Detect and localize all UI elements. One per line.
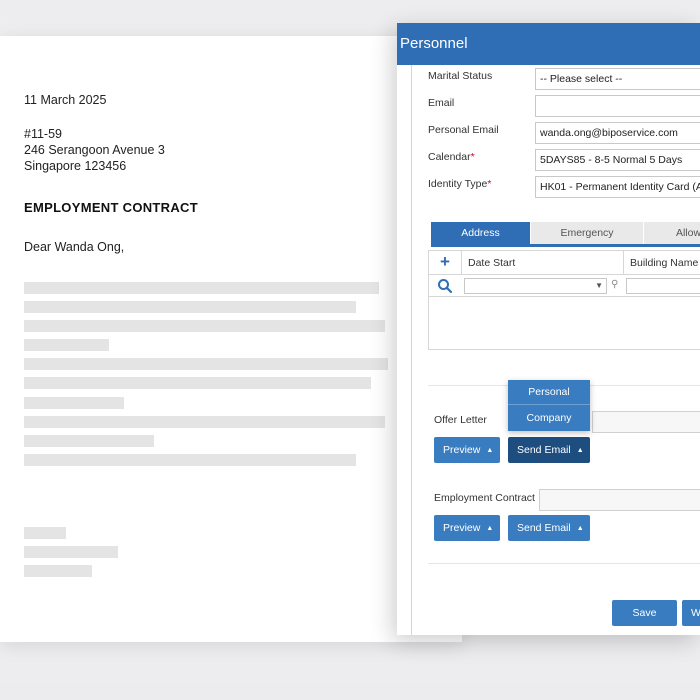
placeholder-text-line xyxy=(24,546,118,558)
divider xyxy=(428,563,700,564)
field-calendar: Calendar* 5DAYS85 - 8-5 Normal 5 Days xyxy=(428,149,700,171)
personnel-window: Personnel Marital Status -- Please selec… xyxy=(397,23,700,635)
placeholder-text-line xyxy=(24,416,385,428)
column-header-date-start[interactable]: Date Start xyxy=(461,251,623,275)
letter-date: 11 March 2025 xyxy=(24,93,107,107)
address-line: #11-59 xyxy=(24,127,62,141)
building-name-filter[interactable] xyxy=(626,278,700,294)
letter-address: #11-59 246 Serangoon Avenue 3 Singapore … xyxy=(24,126,165,174)
menu-item-personal[interactable]: Personal xyxy=(508,380,590,405)
chevron-up-icon: ▲ xyxy=(486,525,494,532)
email-field[interactable] xyxy=(535,95,700,117)
save-button[interactable]: Save xyxy=(612,600,677,626)
offer-letter-send-email-button[interactable]: Send Email ▲ xyxy=(508,437,590,463)
address-grid: + Date Start Building Name ▼ ⚲ xyxy=(428,250,700,350)
placeholder-text-line xyxy=(24,320,385,332)
add-row-icon[interactable]: + xyxy=(429,251,461,275)
chevron-down-icon: ▼ xyxy=(595,281,603,290)
tab-emergency[interactable]: Emergency xyxy=(531,222,644,244)
letter-greeting: Dear Wanda Ong, xyxy=(24,240,125,254)
employment-contract-label: Employment Contract xyxy=(434,492,535,504)
required-mark: * xyxy=(470,151,475,163)
identity-type-select[interactable]: HK01 - Permanent Identity Card (Ad xyxy=(535,176,700,198)
detail-tabs: Address Emergency Allow xyxy=(431,222,700,247)
secondary-footer-button[interactable]: W xyxy=(682,600,700,626)
placeholder-text-line xyxy=(24,377,371,389)
placeholder-text-line xyxy=(24,339,109,351)
personal-email-field[interactable]: wanda.ong@biposervice.com xyxy=(535,122,700,144)
search-icon[interactable] xyxy=(437,278,453,294)
placeholder-text-line xyxy=(24,282,379,294)
offer-letter-field[interactable] xyxy=(592,411,700,433)
filter-pin-icon[interactable]: ⚲ xyxy=(611,279,618,290)
window-title: Personnel xyxy=(397,23,700,65)
offer-letter-preview-button[interactable]: Preview ▲ xyxy=(434,437,500,463)
address-line: Singapore 123456 xyxy=(24,159,127,173)
placeholder-text-line xyxy=(24,397,124,409)
tab-address[interactable]: Address xyxy=(431,222,531,244)
field-label: Email xyxy=(428,97,455,109)
grid-header: + Date Start Building Name xyxy=(429,251,700,275)
grid-filter-row: ▼ ⚲ xyxy=(429,275,700,297)
letter-heading: EMPLOYMENT CONTRACT xyxy=(24,200,198,215)
chevron-up-icon: ▲ xyxy=(576,525,584,532)
column-header-building-name[interactable]: Building Name xyxy=(623,251,700,275)
address-line: 246 Serangoon Avenue 3 xyxy=(24,143,165,157)
field-email: Email xyxy=(428,95,700,117)
date-start-filter[interactable]: ▼ xyxy=(464,278,607,294)
placeholder-text-line xyxy=(24,454,356,466)
menu-item-company[interactable]: Company xyxy=(508,406,590,431)
offer-letter-label: Offer Letter xyxy=(434,414,487,426)
field-label: Identity Type* xyxy=(428,178,492,190)
placeholder-text-line xyxy=(24,565,92,577)
contract-send-email-button[interactable]: Send Email ▲ xyxy=(508,515,590,541)
employment-contract-field[interactable] xyxy=(539,489,700,511)
field-label: Marital Status xyxy=(428,70,493,82)
field-label: Calendar* xyxy=(428,151,475,163)
marital-status-select[interactable]: -- Please select -- xyxy=(535,68,700,90)
placeholder-text-line xyxy=(24,435,154,447)
personnel-form: Marital Status -- Please select -- Email… xyxy=(411,65,700,635)
field-personal-email: Personal Email wanda.ong@biposervice.com xyxy=(428,122,700,144)
letter-document: 11 March 2025 #11-59 246 Serangoon Avenu… xyxy=(0,36,462,642)
field-identity-type: Identity Type* HK01 - Permanent Identity… xyxy=(428,176,700,198)
chevron-up-icon: ▲ xyxy=(486,447,494,454)
placeholder-text-line xyxy=(24,527,66,539)
chevron-up-icon: ▲ xyxy=(576,447,584,454)
calendar-select[interactable]: 5DAYS85 - 8-5 Normal 5 Days xyxy=(535,149,700,171)
required-mark: * xyxy=(487,178,492,190)
placeholder-text-line xyxy=(24,358,388,370)
field-label: Personal Email xyxy=(428,124,499,136)
placeholder-text-line xyxy=(24,301,356,313)
send-email-menu: Personal Company xyxy=(508,380,590,431)
tab-allowance[interactable]: Allow xyxy=(644,222,700,244)
contract-preview-button[interactable]: Preview ▲ xyxy=(434,515,500,541)
field-marital-status: Marital Status -- Please select -- xyxy=(428,68,700,90)
